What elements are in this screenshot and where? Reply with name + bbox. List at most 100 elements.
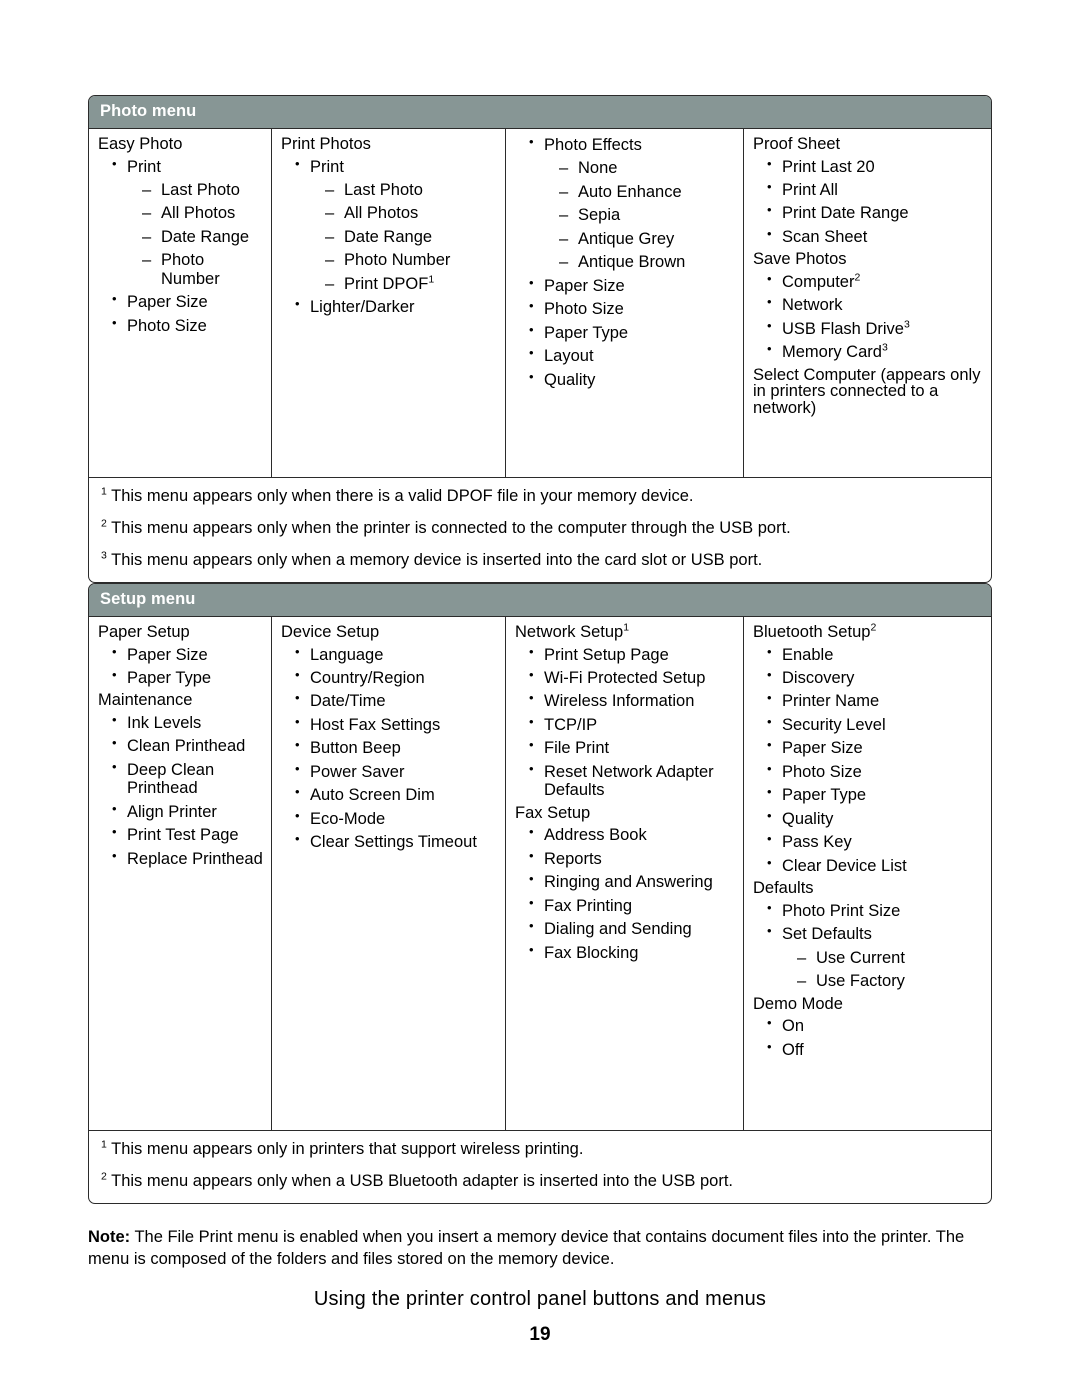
footnote-marker: 1 [101,1138,107,1151]
menu-item[interactable]: Reports [529,849,735,868]
menu-item[interactable]: Deep Clean Printhead [112,760,263,798]
menu-item[interactable]: Paper Size [112,644,263,664]
menu-item[interactable]: Print Setup Page [529,644,735,664]
menu-item[interactable]: Replace Printhead [112,849,263,868]
footnote: 2 This menu appears only when the printe… [101,517,791,537]
menu-item[interactable]: Off [767,1040,982,1059]
menu-item[interactable]: Paper Size [529,276,735,295]
menu-item[interactable]: Auto Screen Dim [295,785,497,804]
menu-item[interactable]: Power Saver [295,762,497,781]
menu-item[interactable]: Eco-Mode [295,809,497,828]
menu-subitem[interactable]: All Photos [325,204,497,223]
menu-item-list: Paper Size Paper Type [98,644,263,688]
footnote-marker: 3 [903,318,910,331]
menu-item-list: Photo EffectsNoneAuto EnhanceSepiaAntiqu… [515,135,735,389]
menu-subitem[interactable]: Print DPOF1 [325,274,497,294]
menu-item[interactable]: Quality [767,809,982,828]
menu-item[interactable]: Ringing and Answering [529,872,735,891]
menu-item[interactable]: Print Test Page [112,825,263,844]
note-paragraph: Note: The File Print menu is enabled whe… [88,1226,994,1272]
menu-group-title: Save Photos [753,250,847,269]
menu-item[interactable]: Clear Settings Timeout [295,832,497,851]
menu-item[interactable]: Align Printer [112,802,263,821]
menu-subitem[interactable]: Photo Number [325,251,497,270]
menu-item[interactable]: Network [767,295,982,314]
menu-item[interactable]: Photo Size [767,762,982,781]
menu-item-list: Print Setup Page Wi-Fi Protected Setup Wir… [515,644,735,800]
menu-item[interactable]: Dialing and Sending [529,919,735,938]
menu-subitem-list: Last Photo All Photos Date Range Photo Numb… [310,181,497,294]
menu-item[interactable]: Host Fax Settings [295,715,497,734]
menu-item[interactable]: Quality [529,370,735,389]
menu-item[interactable]: Reset Network Adapter Defaults [529,762,735,800]
menu-subitem[interactable]: None [559,159,735,178]
menu-item[interactable]: Paper Type [112,668,263,687]
menu-item[interactable]: Fax Printing [529,896,735,915]
menu-item[interactable]: Ink Levels [112,713,263,732]
menu-item[interactable]: USB Flash Drive3 [767,318,982,338]
menu-item[interactable]: Memory Card3 [767,342,982,361]
photo-menu-table: Photo menu Easy PhotoPrintLast PhotoAll … [88,95,992,583]
menu-item[interactable]: TCP/IP [529,715,735,734]
menu-subitem[interactable]: Photo Number [142,251,263,288]
menu-subitem[interactable]: Sepia [559,206,735,225]
menu-column-paper-setup: Paper Setup Paper Size Paper Type Maintenan… [89,617,272,1130]
menu-item[interactable]: Button Beep [295,738,497,757]
menu-item[interactable]: Printer Name [767,691,982,710]
menu-item[interactable]: Lighter/Darker [295,297,497,316]
menu-subitem[interactable]: Auto Enhance [559,183,735,202]
menu-item[interactable]: Computer2 [767,272,982,291]
menu-subitem[interactable]: Date Range [325,228,497,247]
menu-item[interactable]: On [767,1016,982,1035]
menu-item[interactable]: Paper Type [529,323,735,342]
menu-item[interactable]: Photo EffectsNoneAuto EnhanceSepiaAntiqu… [529,135,735,272]
menu-item[interactable]: PrintLast PhotoAll PhotosDate RangePhoto… [112,157,263,289]
menu-item[interactable]: Paper Size [767,738,982,757]
menu-item[interactable]: Enable [767,644,982,664]
menu-subitem[interactable]: Antique Grey [559,230,735,249]
menu-item[interactable]: Paper Size [112,292,263,311]
menu-item[interactable]: Language [295,644,497,664]
setup-menu-footnotes: 1 This menu appears only in printers tha… [89,1131,991,1203]
setup-menu-columns: Paper Setup Paper Size Paper Type Maintenan… [89,617,991,1131]
menu-item-list: On Off [753,1016,982,1059]
setup-menu-header: Setup menu [89,584,991,617]
menu-item[interactable]: Discovery [767,668,982,687]
menu-item[interactable]: Pass Key [767,832,982,851]
menu-subitem[interactable]: Antique Brown [559,253,735,272]
menu-item[interactable]: Clear Device List [767,856,982,875]
menu-item[interactable]: PrintLast PhotoAll PhotosDate RangePhoto… [295,157,497,294]
menu-item[interactable]: Fax Blocking [529,943,735,962]
menu-item[interactable]: Photo Size [529,299,735,318]
menu-item[interactable]: Clean Printhead [112,736,263,755]
menu-item[interactable]: Print All [767,180,982,199]
menu-item[interactable]: Photo Print Size [767,901,982,920]
menu-item[interactable]: Date/Time [295,691,497,710]
menu-item[interactable]: Set DefaultsUse CurrentUse Factory [767,924,982,991]
menu-item-list: Address Book Reports Ringing and Answering… [515,825,735,962]
menu-item[interactable]: Print Last 20 [767,156,982,176]
menu-item[interactable]: Security Level [767,715,982,734]
menu-item[interactable]: Wireless Information [529,691,735,710]
menu-subitem[interactable]: Date Range [142,228,263,247]
menu-item[interactable]: File Print [529,738,735,757]
menu-item[interactable]: Scan Sheet [767,227,982,246]
menu-subitem[interactable]: All Photos [142,204,263,223]
menu-item[interactable]: Country/Region [295,668,497,687]
menu-item[interactable]: Print Date Range [767,203,982,222]
menu-item[interactable]: Address Book [529,825,735,844]
menu-group-title: Network Setup1 [515,621,630,641]
menu-group-title: Bluetooth Setup2 [753,621,877,641]
menu-subitem[interactable]: Use Factory [797,972,982,991]
menu-subitem[interactable]: Last Photo [325,181,497,200]
menu-item[interactable]: Paper Type [767,785,982,804]
menu-subitem[interactable]: Last Photo [142,181,263,200]
menu-item[interactable]: Layout [529,346,735,365]
menu-group-title: Maintenance [98,691,193,710]
footer-page-number: 19 [529,1324,551,1345]
menu-subitem[interactable]: Use Current [797,949,982,968]
menu-item[interactable]: Wi-Fi Protected Setup [529,668,735,687]
menu-group-title: Easy Photo [98,135,183,153]
footnote: 3 This menu appears only when a memory d… [101,549,763,569]
menu-item[interactable]: Photo Size [112,316,263,335]
